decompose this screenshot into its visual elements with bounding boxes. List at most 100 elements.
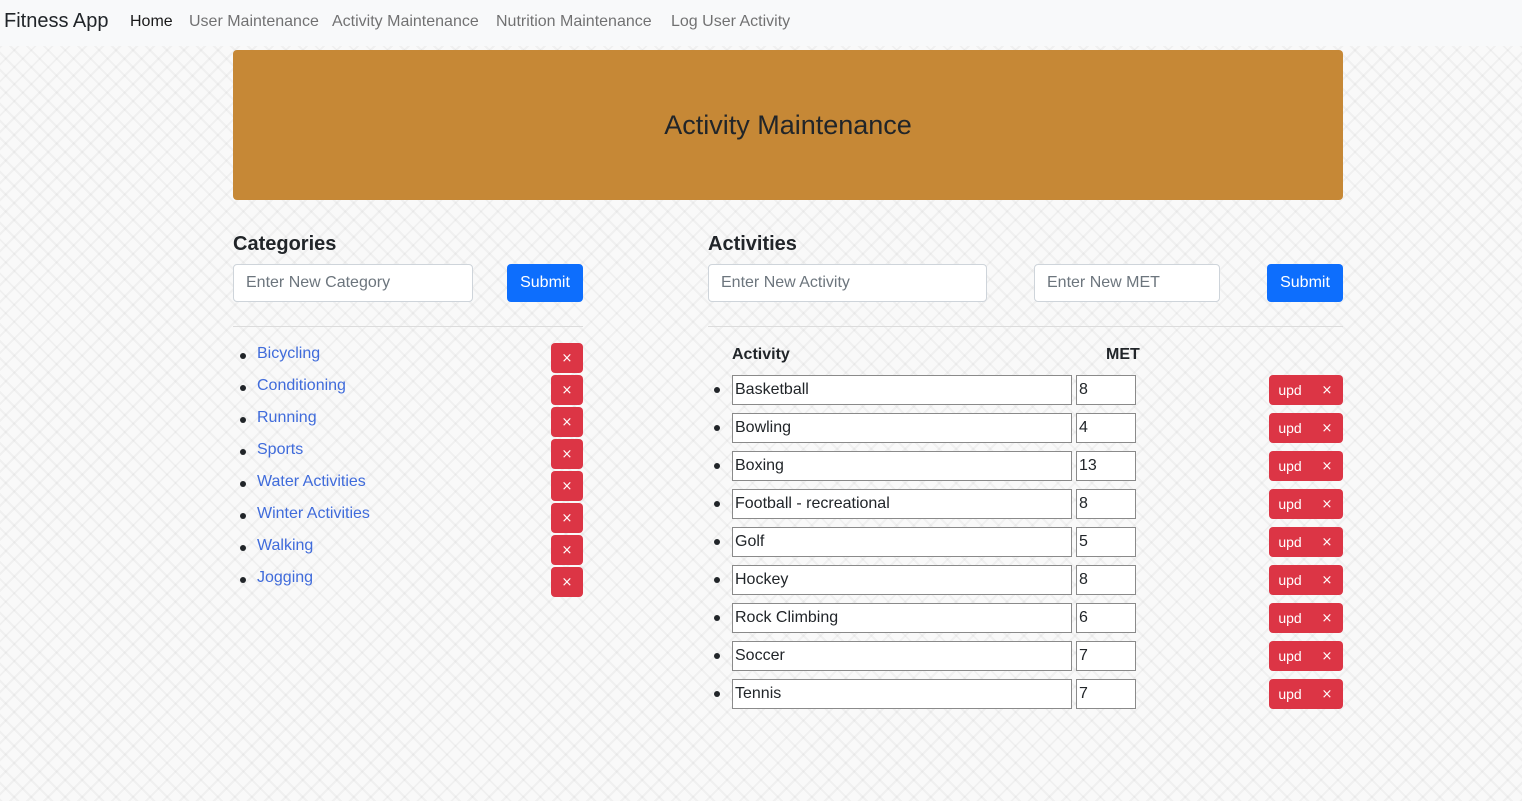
bullet-icon xyxy=(240,417,246,423)
delete-category-button[interactable]: × xyxy=(551,439,583,469)
category-submit-button[interactable]: Submit xyxy=(507,264,583,302)
update-activity-button[interactable]: upd xyxy=(1269,641,1311,671)
bullet-icon xyxy=(240,353,246,359)
nav-link-home[interactable]: Home xyxy=(130,13,173,31)
category-link[interactable]: Jogging xyxy=(257,569,313,587)
delete-activity-button[interactable]: × xyxy=(1311,375,1343,405)
activity-row: upd × xyxy=(708,450,1343,488)
bullet-icon xyxy=(714,577,720,583)
bullet-icon xyxy=(714,691,720,697)
update-activity-button[interactable]: upd xyxy=(1269,679,1311,709)
navbar: Fitness App Home User Maintenance Activi… xyxy=(0,0,1522,46)
activity-row: upd × xyxy=(708,564,1343,602)
delete-category-button[interactable]: × xyxy=(551,567,583,597)
activity-name-input[interactable] xyxy=(732,565,1072,595)
close-icon: × xyxy=(561,382,573,398)
delete-category-button[interactable]: × xyxy=(551,503,583,533)
activity-submit-button[interactable]: Submit xyxy=(1267,264,1343,302)
category-link[interactable]: Conditioning xyxy=(257,377,346,395)
new-activity-input[interactable] xyxy=(708,264,987,302)
activity-name-input[interactable] xyxy=(732,527,1072,557)
delete-category-button[interactable]: × xyxy=(551,343,583,373)
bullet-icon xyxy=(714,463,720,469)
close-icon: × xyxy=(1321,610,1333,626)
activity-row: upd × xyxy=(708,412,1343,450)
activity-met-input[interactable] xyxy=(1076,565,1136,595)
activity-met-input[interactable] xyxy=(1076,489,1136,519)
delete-activity-button[interactable]: × xyxy=(1311,413,1343,443)
bullet-icon xyxy=(240,545,246,551)
activity-met-input[interactable] xyxy=(1076,527,1136,557)
delete-category-button[interactable]: × xyxy=(551,471,583,501)
update-activity-button[interactable]: upd xyxy=(1269,565,1311,595)
activity-name-input[interactable] xyxy=(732,641,1072,671)
activities-divider xyxy=(708,326,1343,327)
category-link[interactable]: Winter Activities xyxy=(257,505,370,523)
activity-met-input[interactable] xyxy=(1076,603,1136,633)
bullet-icon xyxy=(714,387,720,393)
activity-name-input[interactable] xyxy=(732,679,1072,709)
activity-met-input[interactable] xyxy=(1076,679,1136,709)
nav-link-activity-maintenance[interactable]: Activity Maintenance xyxy=(332,13,479,31)
activity-row: upd × xyxy=(708,640,1343,678)
activity-met-input[interactable] xyxy=(1076,641,1136,671)
activity-name-input[interactable] xyxy=(732,489,1072,519)
categories-heading: Categories xyxy=(233,233,337,255)
bullet-icon xyxy=(240,385,246,391)
page-banner: Activity Maintenance xyxy=(233,50,1343,200)
activity-met-input[interactable] xyxy=(1076,413,1136,443)
bullet-icon xyxy=(240,577,246,583)
update-activity-button[interactable]: upd xyxy=(1269,375,1311,405)
update-activity-button[interactable]: upd xyxy=(1269,603,1311,633)
category-link[interactable]: Running xyxy=(257,409,317,427)
delete-activity-button[interactable]: × xyxy=(1311,565,1343,595)
bullet-icon xyxy=(714,615,720,621)
delete-activity-button[interactable]: × xyxy=(1311,603,1343,633)
new-category-input[interactable] xyxy=(233,264,473,302)
update-activity-button[interactable]: upd xyxy=(1269,527,1311,557)
close-icon: × xyxy=(561,446,573,462)
category-link[interactable]: Water Activities xyxy=(257,473,366,491)
activity-name-input[interactable] xyxy=(732,413,1072,443)
bullet-icon xyxy=(714,501,720,507)
activity-list: upd × upd × upd × upd × upd × upd × upd × upd × upd × xyxy=(708,374,1343,716)
category-item: Conditioning × xyxy=(233,374,583,406)
delete-category-button[interactable]: × xyxy=(551,535,583,565)
nav-link-user-maintenance[interactable]: User Maintenance xyxy=(189,13,319,31)
close-icon: × xyxy=(1321,458,1333,474)
delete-activity-button[interactable]: × xyxy=(1311,527,1343,557)
nav-link-log-user-activity[interactable]: Log User Activity xyxy=(671,13,790,31)
brand-link[interactable]: Fitness App xyxy=(4,10,109,33)
new-met-input[interactable] xyxy=(1034,264,1220,302)
category-item: Jogging × xyxy=(233,566,583,598)
delete-category-button[interactable]: × xyxy=(551,407,583,437)
page-title: Activity Maintenance xyxy=(664,109,912,140)
bullet-icon xyxy=(714,539,720,545)
category-link[interactable]: Bicycling xyxy=(257,345,320,363)
update-activity-button[interactable]: upd xyxy=(1269,451,1311,481)
bullet-icon xyxy=(714,653,720,659)
category-item: Water Activities × xyxy=(233,470,583,502)
update-activity-button[interactable]: upd xyxy=(1269,413,1311,443)
close-icon: × xyxy=(561,574,573,590)
activity-met-input[interactable] xyxy=(1076,375,1136,405)
delete-activity-button[interactable]: × xyxy=(1311,679,1343,709)
update-activity-button[interactable]: upd xyxy=(1269,489,1311,519)
close-icon: × xyxy=(1321,686,1333,702)
activity-name-input[interactable] xyxy=(732,603,1072,633)
activity-met-input[interactable] xyxy=(1076,451,1136,481)
nav-link-nutrition-maintenance[interactable]: Nutrition Maintenance xyxy=(496,13,652,31)
delete-activity-button[interactable]: × xyxy=(1311,451,1343,481)
activity-name-input[interactable] xyxy=(732,375,1072,405)
close-icon: × xyxy=(1321,534,1333,550)
bullet-icon xyxy=(714,425,720,431)
category-link[interactable]: Walking xyxy=(257,537,313,555)
delete-activity-button[interactable]: × xyxy=(1311,489,1343,519)
delete-activity-button[interactable]: × xyxy=(1311,641,1343,671)
activity-name-input[interactable] xyxy=(732,451,1072,481)
bullet-icon xyxy=(240,513,246,519)
activity-row: upd × xyxy=(708,526,1343,564)
category-link[interactable]: Sports xyxy=(257,441,303,459)
categories-divider xyxy=(233,326,583,327)
delete-category-button[interactable]: × xyxy=(551,375,583,405)
